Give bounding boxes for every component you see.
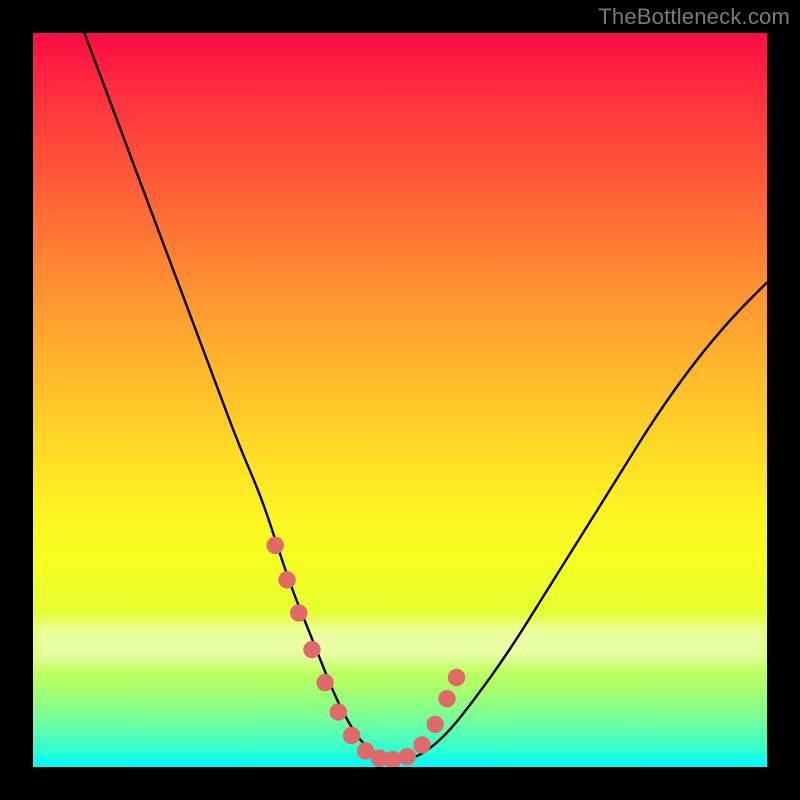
bottleneck-curve — [84, 33, 767, 760]
highlight-dot — [448, 669, 465, 686]
highlight-dot — [290, 604, 307, 621]
watermark-text: TheBottleneck.com — [598, 4, 790, 30]
curve-svg — [33, 33, 767, 767]
chart-container: TheBottleneck.com — [0, 0, 800, 800]
plot-area — [33, 33, 767, 767]
highlight-dot — [343, 727, 360, 744]
highlight-dot — [303, 641, 320, 658]
highlight-dot — [278, 571, 295, 588]
highlight-dot — [438, 690, 455, 707]
highlight-dot — [267, 537, 284, 554]
highlight-dot — [330, 703, 347, 720]
highlight-dots-group — [267, 537, 466, 767]
highlight-dot — [413, 736, 430, 753]
highlight-dot — [427, 716, 444, 733]
highlight-dot — [316, 674, 333, 691]
highlight-dot — [399, 748, 416, 765]
